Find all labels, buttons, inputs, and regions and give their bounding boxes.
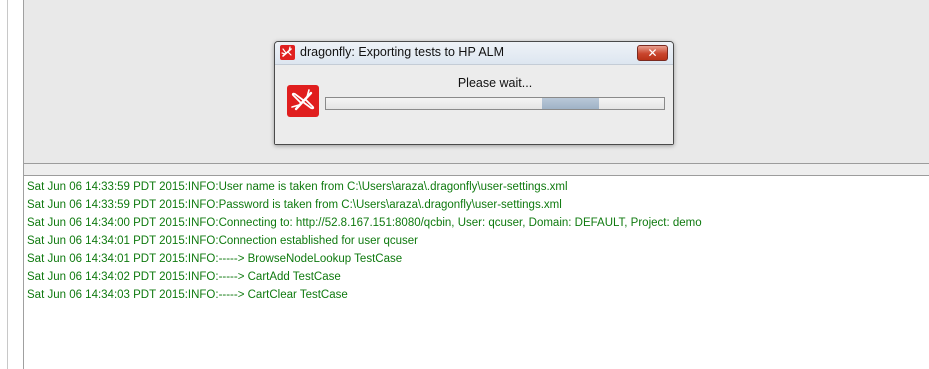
please-wait-message: Please wait... xyxy=(457,76,533,90)
log-output: Sat Jun 06 14:33:59 PDT 2015:INFO:User n… xyxy=(24,176,929,369)
dragonfly-icon xyxy=(287,85,319,117)
app-window: Sat Jun 06 14:33:59 PDT 2015:INFO:User n… xyxy=(0,0,929,369)
export-progress-dialog: dragonfly: Exporting tests to HP ALM ✕ P… xyxy=(274,41,674,145)
left-panel-divider xyxy=(7,0,8,369)
log-line: Sat Jun 06 14:34:00 PDT 2015:INFO:Connec… xyxy=(27,217,702,229)
log-line: Sat Jun 06 14:34:03 PDT 2015:INFO:----->… xyxy=(27,289,348,301)
dialog-titlebar[interactable]: dragonfly: Exporting tests to HP ALM ✕ xyxy=(275,42,673,65)
pane-splitter[interactable] xyxy=(24,164,929,176)
dialog-body: Please wait... xyxy=(275,65,673,144)
dragonfly-icon xyxy=(280,45,295,60)
log-line: Sat Jun 06 14:34:02 PDT 2015:INFO:----->… xyxy=(27,271,341,283)
log-line: Sat Jun 06 14:33:59 PDT 2015:INFO:User n… xyxy=(27,181,568,193)
log-line: Sat Jun 06 14:34:01 PDT 2015:INFO:Connec… xyxy=(27,235,419,247)
dialog-title: dragonfly: Exporting tests to HP ALM xyxy=(300,45,505,59)
log-line: Sat Jun 06 14:34:01 PDT 2015:INFO:----->… xyxy=(27,253,403,265)
close-icon: ✕ xyxy=(647,46,658,60)
log-line: Sat Jun 06 14:33:59 PDT 2015:INFO:Passwo… xyxy=(27,199,562,211)
left-panel xyxy=(0,0,24,369)
close-button[interactable]: ✕ xyxy=(637,45,668,61)
progress-bar xyxy=(325,97,665,110)
progress-bar-fill xyxy=(542,98,599,109)
